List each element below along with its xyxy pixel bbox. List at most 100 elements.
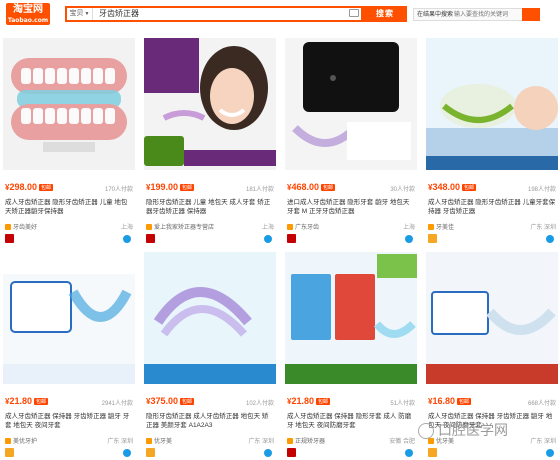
- gold-seller-icon: [428, 448, 437, 457]
- seller-location: 广东 深圳: [530, 225, 556, 231]
- product-image[interactable]: [285, 252, 417, 384]
- product-price: ¥348.00 包邮: [428, 182, 476, 192]
- shipping-tag: 包邮: [38, 184, 53, 192]
- gold-seller-icon: [428, 234, 437, 243]
- chat-icon[interactable]: [123, 235, 131, 243]
- product-card[interactable]: ¥468.00 包邮 30人付款 进口成人牙齿矫正器 隐形牙套 龅牙 地包天 牙套…: [285, 38, 417, 246]
- product-price: ¥298.00 包邮: [5, 182, 53, 192]
- seller-name[interactable]: 美优牙护: [5, 436, 37, 445]
- tmall-badge-icon: [146, 234, 155, 243]
- sales-count: 30人付款: [390, 187, 415, 193]
- product-image[interactable]: [144, 38, 276, 170]
- product-image[interactable]: [426, 38, 558, 170]
- product-title[interactable]: 隐形牙齿矫正器 儿童 地包天 成人牙套 矫正器牙齿矫正器 保持器: [146, 198, 274, 216]
- product-title[interactable]: 成人牙齿矫正器 保持器 隐形牙套 成人 防磨牙 地包天 夜间防磨牙套: [287, 412, 415, 430]
- camera-icon[interactable]: [349, 9, 359, 17]
- seller-name[interactable]: 优牙美: [146, 436, 172, 445]
- chat-icon[interactable]: [546, 235, 554, 243]
- product-price: ¥21.80 包邮: [5, 396, 48, 406]
- wechat-icon: [418, 423, 434, 439]
- sales-count: 102人付款: [245, 401, 274, 407]
- tmall-badge-icon: [5, 234, 14, 243]
- watermark: 口腔医学网: [418, 420, 508, 440]
- chevron-down-icon: ▼: [84, 11, 90, 17]
- product-price: ¥468.00 包邮: [287, 182, 335, 192]
- product-image[interactable]: [285, 38, 417, 170]
- product-price: ¥199.00 包邮: [146, 182, 194, 192]
- product-card[interactable]: ¥298.00 包邮 170人付款 成人牙齿矫正器 隐形牙齿矫正器 儿童 地包天矫…: [3, 38, 135, 246]
- sales-count: 181人付款: [245, 187, 274, 193]
- logo-text: 淘宝网: [13, 4, 43, 15]
- chat-icon[interactable]: [546, 449, 554, 457]
- search-box: 宝贝▼: [65, 6, 363, 22]
- sales-count: 51人付款: [390, 401, 415, 407]
- product-title[interactable]: 进口成人牙齿矫正器 隐形牙套 龅牙 地包天 牙套 M 正牙牙齿矫正器: [287, 198, 415, 216]
- product-price: ¥16.80 包邮: [428, 396, 471, 406]
- result-search-label: 在结果中搜索: [417, 12, 454, 18]
- product-image[interactable]: [3, 38, 135, 170]
- sales-count: 2941人付款: [101, 401, 133, 407]
- gold-seller-icon: [146, 448, 155, 457]
- result-search-box: 在结果中搜索: [413, 8, 540, 21]
- seller-location: 上海: [261, 225, 274, 231]
- seller-location: 广东 深圳: [248, 439, 274, 445]
- sales-count: 668人付款: [527, 401, 556, 407]
- seller-name[interactable]: 广东牙齿: [287, 222, 319, 231]
- product-title[interactable]: 隐形牙齿矫正器 成人牙齿矫正器 地包天 矫正器 美颜牙套 A1A2A3: [146, 412, 274, 430]
- result-search-input[interactable]: [454, 9, 520, 21]
- product-price: ¥375.00 包邮: [146, 396, 194, 406]
- product-card[interactable]: ¥21.80 包邮 2941人付款 成人牙齿矫正器 保持器 牙齿矫正器 龅牙 牙套…: [3, 252, 135, 460]
- sales-count: 198人付款: [527, 187, 556, 193]
- product-card[interactable]: ¥199.00 包邮 181人付款 隐形牙齿矫正器 儿童 地包天 成人牙套 矫正器…: [144, 38, 276, 246]
- shipping-tag: 包邮: [456, 398, 471, 406]
- product-image[interactable]: [3, 252, 135, 384]
- seller-location: 上海: [120, 225, 133, 231]
- shipping-tag: 包邮: [179, 184, 194, 192]
- seller-name[interactable]: 正规矫牙器: [287, 436, 325, 445]
- gold-seller-icon: [5, 448, 14, 457]
- shipping-tag: 包邮: [315, 398, 330, 406]
- chat-icon[interactable]: [123, 449, 131, 457]
- seller-name[interactable]: 爱上我家矫正器专营店: [146, 222, 214, 231]
- search-input[interactable]: [99, 8, 319, 20]
- product-price: ¥21.80 包邮: [287, 396, 330, 406]
- chat-icon[interactable]: [264, 235, 272, 243]
- product-card[interactable]: ¥21.80 包邮 51人付款 成人牙齿矫正器 保持器 隐形牙套 成人 防磨牙 地…: [285, 252, 417, 460]
- search-scope-select[interactable]: 宝贝▼: [67, 8, 93, 20]
- shipping-tag: 包邮: [320, 184, 335, 192]
- tmall-badge-icon: [287, 234, 296, 243]
- product-card[interactable]: ¥375.00 包邮 102人付款 隐形牙齿矫正器 成人牙齿矫正器 地包天 矫正器…: [144, 252, 276, 460]
- seller-location: 广东 深圳: [530, 439, 556, 445]
- shop-icon: [428, 224, 434, 231]
- shop-icon: [287, 224, 293, 231]
- search-scope-label: 宝贝: [69, 10, 84, 17]
- top-bar: 淘宝网 Taobao.com 宝贝▼ 搜索 在结果中搜索: [0, 0, 560, 28]
- product-title[interactable]: 成人牙齿矫正器 隐形牙齿矫正器 儿童 地包天矫正器龅牙保持器: [5, 198, 133, 216]
- sales-count: 170人付款: [104, 187, 133, 193]
- shop-icon: [5, 438, 11, 445]
- shipping-tag: 包邮: [179, 398, 194, 406]
- search-button[interactable]: 搜索: [363, 6, 407, 22]
- seller-name[interactable]: 牙美佳: [428, 222, 454, 231]
- logo-subtext: Taobao.com: [7, 17, 49, 24]
- product-title[interactable]: 成人牙齿矫正器 隐形牙齿矫正器 儿童牙套保持器 牙齿矫正器: [428, 198, 556, 216]
- seller-location: 安徽 合肥: [389, 439, 415, 445]
- chat-icon[interactable]: [264, 449, 272, 457]
- tmall-badge-icon: [287, 448, 296, 457]
- chat-icon[interactable]: [405, 235, 413, 243]
- chat-icon[interactable]: [405, 449, 413, 457]
- seller-location: 上海: [402, 225, 415, 231]
- seller-name[interactable]: 牙齿美好: [5, 222, 37, 231]
- shipping-tag: 包邮: [33, 398, 48, 406]
- shop-icon: [5, 224, 11, 231]
- result-search-button[interactable]: [522, 8, 540, 21]
- taobao-logo[interactable]: 淘宝网 Taobao.com: [6, 3, 50, 25]
- seller-location: 广东 深圳: [107, 439, 133, 445]
- product-card[interactable]: ¥348.00 包邮 198人付款 成人牙齿矫正器 隐形牙齿矫正器 儿童牙套保持器…: [426, 38, 558, 246]
- product-image[interactable]: [426, 252, 558, 384]
- product-image[interactable]: [144, 252, 276, 384]
- product-title[interactable]: 成人牙齿矫正器 保持器 牙齿矫正器 龅牙 牙套 地包天 夜间牙套: [5, 412, 133, 430]
- shop-icon: [287, 438, 293, 445]
- shop-icon: [146, 438, 152, 445]
- shop-icon: [146, 224, 152, 231]
